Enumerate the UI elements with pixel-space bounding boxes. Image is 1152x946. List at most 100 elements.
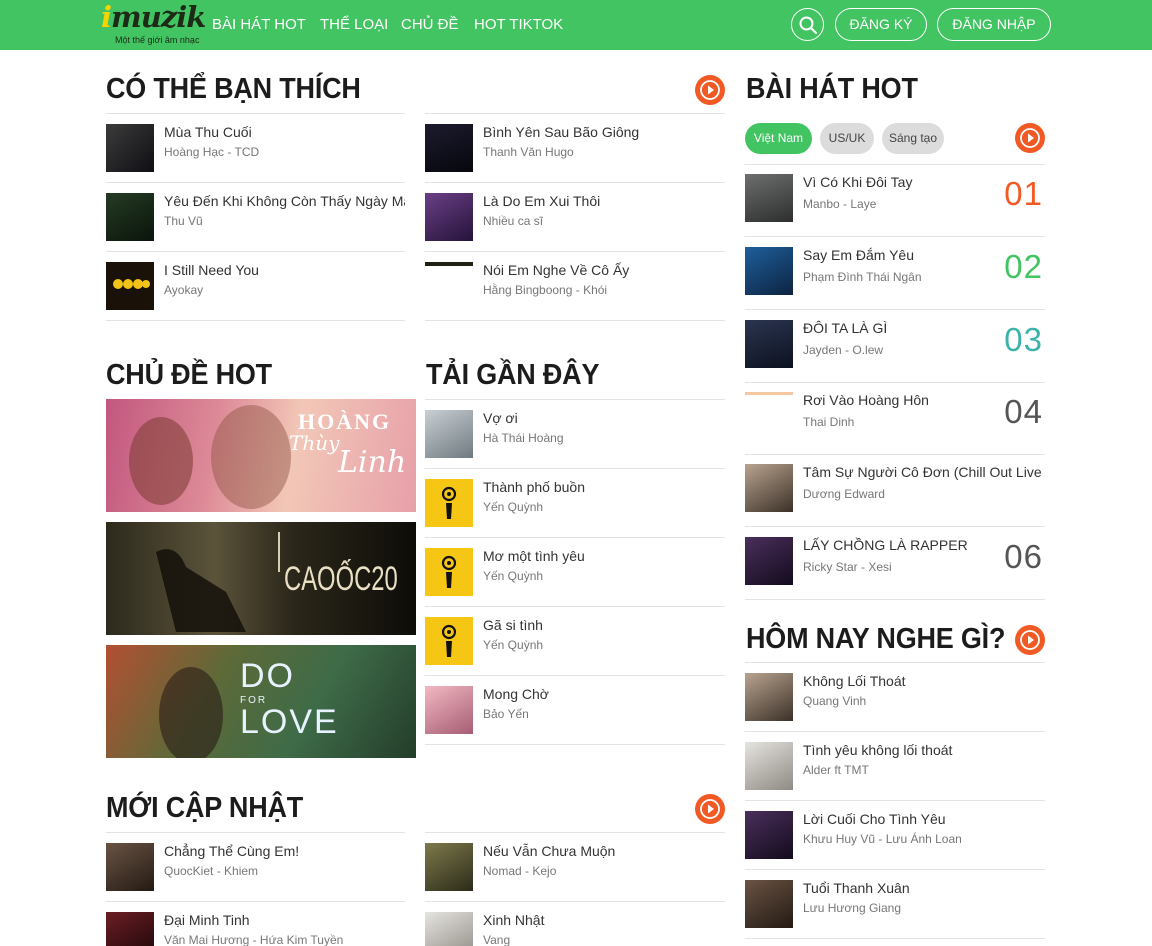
divider (745, 599, 1045, 600)
list-item[interactable]: Bình Yên Sau Bão Giông Thanh Văn Hugo (425, 114, 725, 183)
song-thumbnail (745, 392, 793, 395)
table-row[interactable]: LẤY CHỒNG LÀ RAPPER Ricky Star - Xesi 06 (745, 527, 1045, 600)
song-title: I Still Need You (164, 262, 259, 278)
list-item[interactable]: Mơ một tình yêu Yến Quỳnh (425, 538, 725, 607)
song-title: Không Lối Thoát (803, 673, 906, 689)
list-item[interactable]: Mong Chờ Bảo Yến (425, 676, 725, 745)
song-thumbnail (425, 912, 473, 946)
song-artist: Alder ft TMT (803, 763, 869, 777)
play-icon (1020, 630, 1040, 650)
list-item[interactable]: Tuổi Thanh Xuân Lưu Hương Giang (745, 870, 1045, 939)
song-title: Mong Chờ (483, 686, 549, 702)
table-row[interactable]: Tâm Sự Người Cô Đơn (Chill Out Live Sess… (745, 454, 1045, 527)
hot-songs-title: BÀI HÁT HOT (746, 73, 918, 105)
list-item[interactable]: Tình yêu không lối thoát Alder ft TMT (745, 732, 1045, 801)
list-item[interactable]: Chẳng Thể Cùng Em! QuocKiet - Khiem (106, 833, 405, 902)
song-thumbnail (745, 811, 793, 859)
song-title: Nếu Vẫn Chưa Muộn (483, 843, 616, 859)
list-item[interactable]: Nói Em Nghe Về Cô Ấy Hằng Bingboong - Kh… (425, 252, 725, 321)
list-item[interactable]: Không Lối Thoát Quang Vinh (745, 663, 1045, 732)
song-artist: QuocKiet - Khiem (164, 864, 259, 878)
nav-genres[interactable]: THỂ LOẠI (320, 16, 388, 33)
list-item[interactable]: Nếu Vẫn Chưa Muộn Nomad - Kejo (425, 833, 725, 902)
song-thumbnail (106, 843, 154, 891)
song-artist: Nomad - Kejo (483, 864, 557, 878)
song-artist: Thai Dinh (803, 415, 855, 429)
table-row[interactable]: Say Em Đắm Yêu Phạm Đình Thái Ngân 02 (745, 237, 1045, 310)
song-thumbnail (106, 262, 154, 310)
song-artist: Hà Thái Hoàng (483, 431, 564, 445)
song-thumbnail (425, 617, 473, 665)
recommend-play-all-button[interactable] (695, 75, 725, 105)
song-thumbnail (745, 742, 793, 790)
imuzik-logo-icon (441, 486, 457, 519)
list-item[interactable]: Mùa Thu Cuối Hoàng Hạc - TCD (106, 114, 405, 183)
song-thumbnail (745, 880, 793, 928)
song-artist: Phạm Đình Thái Ngân (803, 270, 922, 284)
song-title: Gã si tình (483, 617, 543, 633)
song-title: Tuổi Thanh Xuân (803, 880, 910, 896)
list-item[interactable]: Thành phố buồn Yến Quỳnh (425, 469, 725, 538)
song-artist: Quang Vinh (803, 694, 867, 708)
topic-banner[interactable]: DO FOR LOVE (106, 645, 416, 758)
search-button[interactable] (791, 8, 824, 41)
table-row[interactable]: ĐÔI TA LÀ GÌ Jayden - O.lew 03 (745, 310, 1045, 383)
list-item[interactable]: Xinh Nhật Vang (425, 902, 725, 946)
song-thumbnail (106, 193, 154, 241)
search-icon (799, 16, 817, 34)
topic-banner[interactable]: CAOỐC20 (106, 522, 416, 635)
song-title: Đại Minh Tinh (164, 912, 250, 928)
divider (425, 744, 725, 745)
song-thumbnail (425, 479, 473, 527)
imuzik-logo-icon (441, 624, 457, 657)
table-row[interactable]: Rơi Vào Hoàng Hôn Thai Dinh 04 (745, 382, 1045, 455)
topic-banner[interactable]: HOÀNG Thùy Linh (106, 399, 416, 512)
song-thumbnail (745, 673, 793, 721)
song-artist: Jayden - O.lew (803, 343, 884, 357)
today-play-all-button[interactable] (1015, 625, 1045, 655)
list-item[interactable]: Yêu Đến Khi Không Còn Thấy Ngày Mai Thu … (106, 183, 405, 252)
song-thumbnail (745, 174, 793, 222)
nav-hot-tiktok[interactable]: HOT TIKTOK (474, 16, 563, 33)
new-updates-play-all-button[interactable] (695, 794, 725, 824)
song-title: Là Do Em Xui Thôi (483, 193, 601, 209)
signup-button[interactable]: ĐĂNG KÝ (835, 8, 927, 41)
song-title: Vợ ơi (483, 410, 518, 426)
list-item[interactable]: Vợ ơi Hà Thái Hoàng (425, 400, 725, 469)
logo-wordmark: imuzik (101, 0, 206, 34)
recent-title: TẢI GẦN ĐÂY (426, 359, 600, 391)
song-title: Thành phố buồn (483, 479, 585, 495)
song-artist: Hằng Bingboong - Khói (483, 283, 608, 297)
hot-songs-play-all-button[interactable] (1015, 123, 1045, 153)
rank-number: 03 (1004, 321, 1043, 358)
recommend-title: CÓ THỂ BẠN THÍCH (106, 73, 361, 105)
login-button[interactable]: ĐĂNG NHẬP (937, 8, 1051, 41)
banner-title: DO (240, 657, 295, 695)
list-item[interactable]: Lời Cuối Cho Tình Yêu Khưu Huy Vũ - Lưu … (745, 801, 1045, 870)
list-item[interactable]: Gã si tình Yến Quỳnh (425, 607, 725, 676)
table-row[interactable]: Vì Có Khi Đôi Tay Manbo - Laye 01 (745, 164, 1045, 237)
top-navbar: imuzik Một thế giới âm nhạc BÀI HÁT HOT … (0, 0, 1152, 50)
new-updates-title: MỚI CẬP NHẬT (106, 792, 304, 824)
logo[interactable]: imuzik Một thế giới âm nhạc (100, 0, 206, 47)
tab-sang-tao[interactable]: Sáng tạo (882, 123, 944, 154)
song-title: Nói Em Nghe Về Cô Ấy (483, 262, 630, 278)
banner-subtitle: Thùy (289, 431, 340, 455)
song-artist: Bảo Yến (483, 707, 529, 721)
song-thumbnail (425, 410, 473, 458)
list-item[interactable]: I Still Need You Ayokay (106, 252, 405, 321)
rank-number: 04 (1004, 393, 1043, 430)
nav-hot-songs[interactable]: BÀI HÁT HOT (212, 16, 306, 33)
song-title: Yêu Đến Khi Không Còn Thấy Ngày Mai (164, 193, 405, 209)
song-title: Lời Cuối Cho Tình Yêu (803, 811, 946, 827)
tab-vietnam[interactable]: Việt Nam (745, 123, 812, 154)
nav-topics[interactable]: CHỦ ĐỀ (401, 16, 459, 33)
list-item[interactable]: Đại Minh Tinh Văn Mai Hương - Hứa Kim Tu… (106, 902, 405, 946)
list-item[interactable]: Là Do Em Xui Thôi Nhiều ca sĩ (425, 183, 725, 252)
banner-title: CAOỐC20 (284, 560, 398, 598)
rank-number: 06 (1004, 538, 1043, 575)
topics-title: CHỦ ĐỀ HOT (106, 359, 272, 391)
song-artist: Văn Mai Hương - Hứa Kim Tuyền (164, 933, 344, 946)
tab-us-uk[interactable]: US/UK (820, 123, 874, 154)
song-title: Tâm Sự Người Cô Đơn (Chill Out Live Sess… (803, 464, 1045, 480)
